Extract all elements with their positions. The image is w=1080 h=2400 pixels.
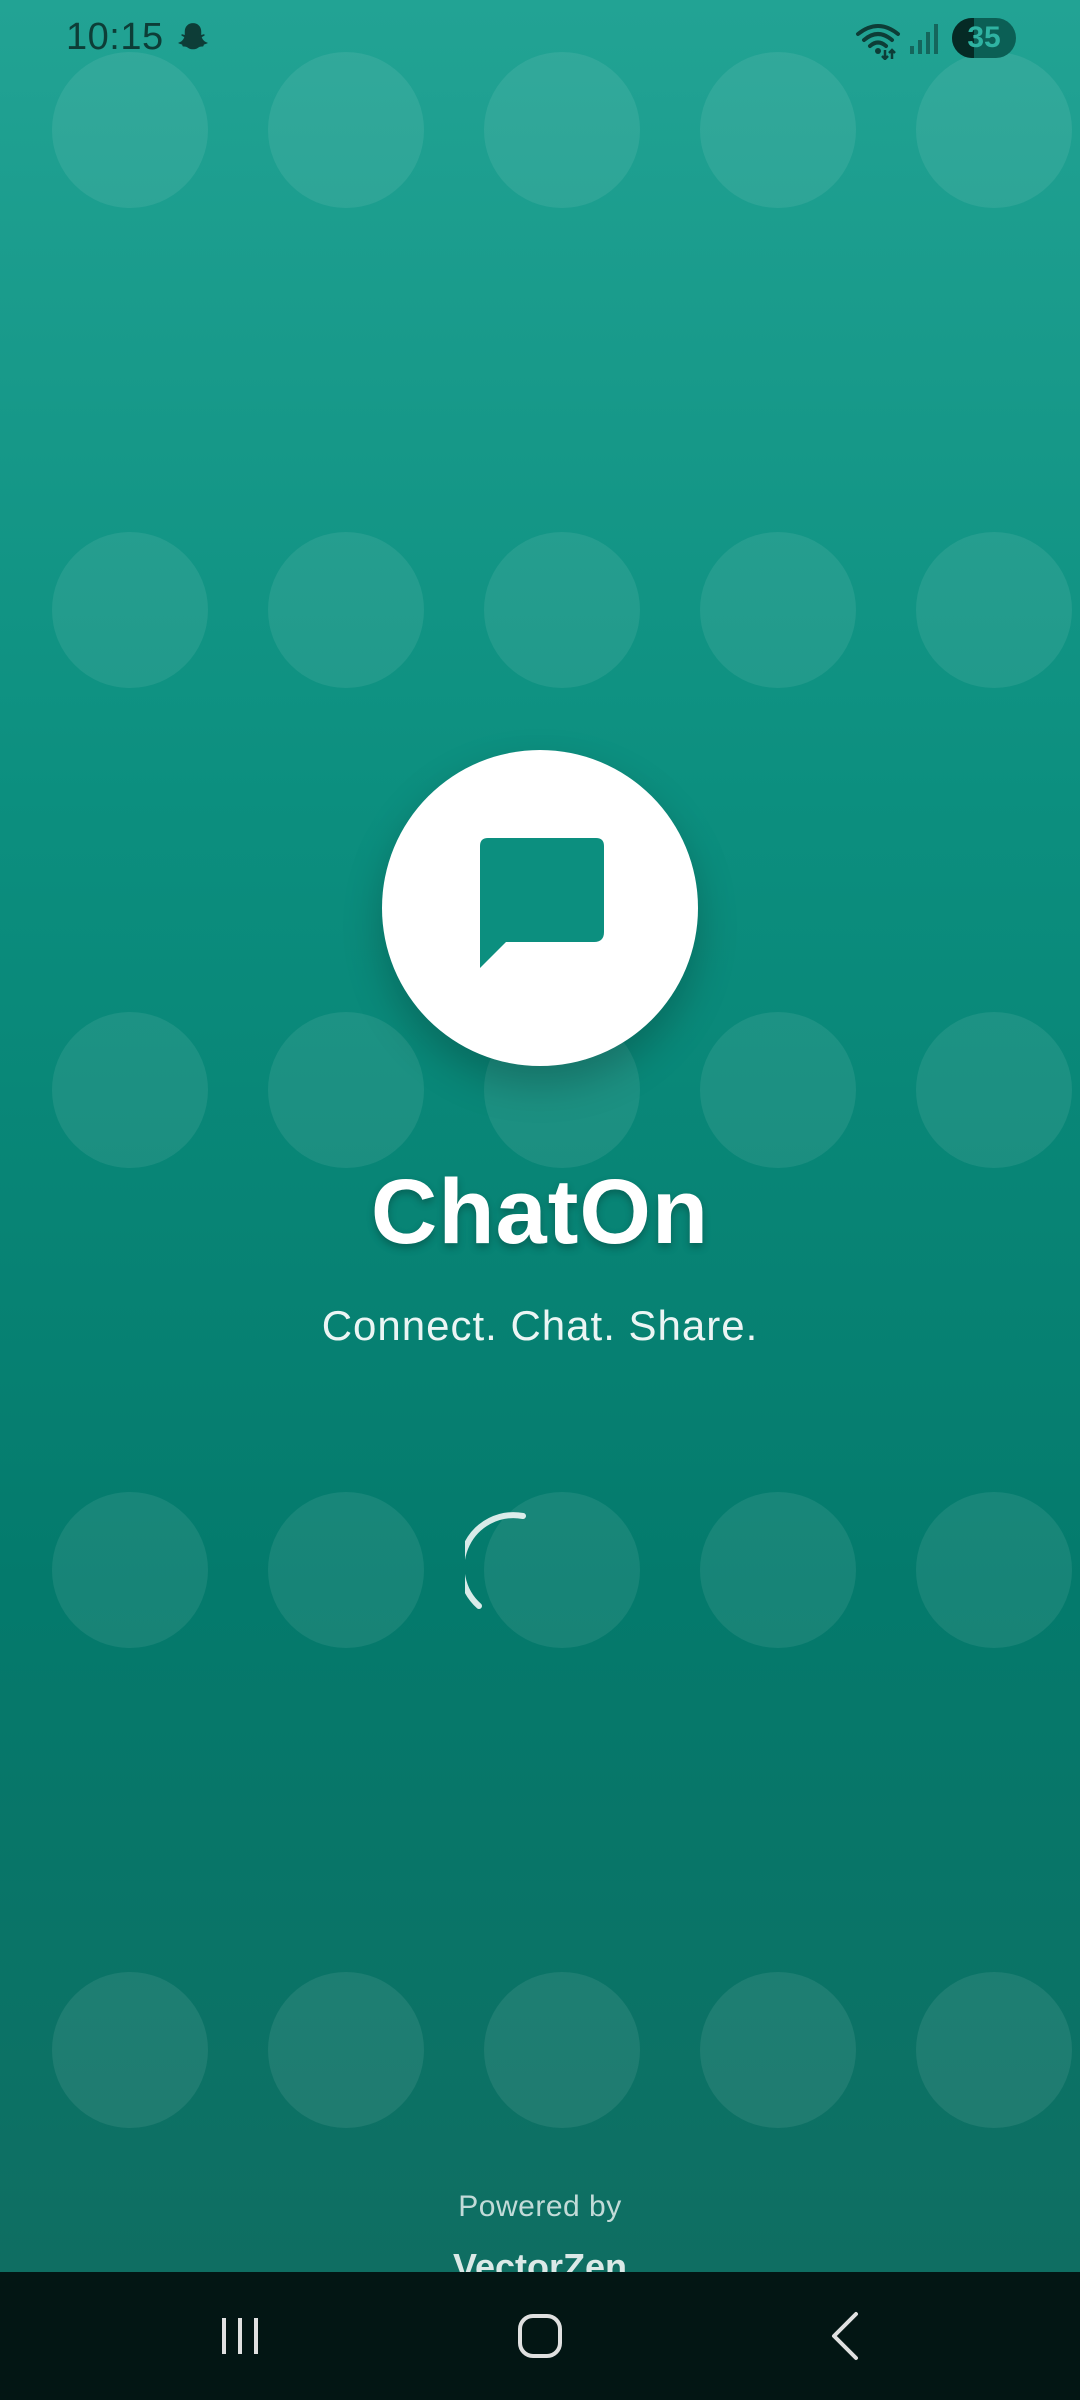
battery-icon: 35: [952, 18, 1016, 58]
battery-level: 35: [967, 21, 1001, 54]
app-title: ChatOn: [370, 1161, 710, 1263]
background-dot: [700, 1012, 856, 1168]
background-dot: [484, 532, 640, 688]
app-tagline: Connect. Chat. Share.: [321, 1302, 759, 1349]
home-button[interactable]: [510, 2306, 570, 2366]
background-dot: [52, 1012, 208, 1168]
background-dot-pattern: [0, 0, 1080, 2272]
background-dot: [52, 532, 208, 688]
background-dot: [700, 532, 856, 688]
background-dot: [268, 1972, 424, 2128]
background-dot: [268, 532, 424, 688]
signal-icon: [910, 24, 938, 54]
background-dot: [52, 1972, 208, 2128]
loading-spinner: [465, 1512, 526, 1609]
background-dot: [484, 1972, 640, 2128]
background-dot: [916, 532, 1072, 688]
recent-apps-button[interactable]: [210, 2306, 270, 2366]
background-dot: [700, 1972, 856, 2128]
brand-name: VectorZen: [452, 2246, 628, 2272]
app-logo: [382, 750, 698, 1066]
status-time: 10:15: [66, 16, 164, 58]
background-dot: [268, 1012, 424, 1168]
wifi-icon: [856, 24, 900, 60]
status-bar: 10:15 35: [0, 0, 1080, 80]
background-dot: [916, 1492, 1072, 1648]
back-button[interactable]: [816, 2306, 876, 2366]
background-dot: [700, 1492, 856, 1648]
powered-by-label: Powered by: [458, 2190, 622, 2223]
background-dot: [916, 1012, 1072, 1168]
splash-screen: 10:15 35 ChatOn Connect. Chat. Share. Po…: [0, 0, 1080, 2272]
snapchat-ghost-icon: [178, 23, 208, 50]
background-dot: [916, 1972, 1072, 2128]
chat-bubble-icon: [480, 838, 604, 968]
background-dot: [268, 1492, 424, 1648]
navigation-bar: [0, 2272, 1080, 2400]
background-dot: [52, 1492, 208, 1648]
